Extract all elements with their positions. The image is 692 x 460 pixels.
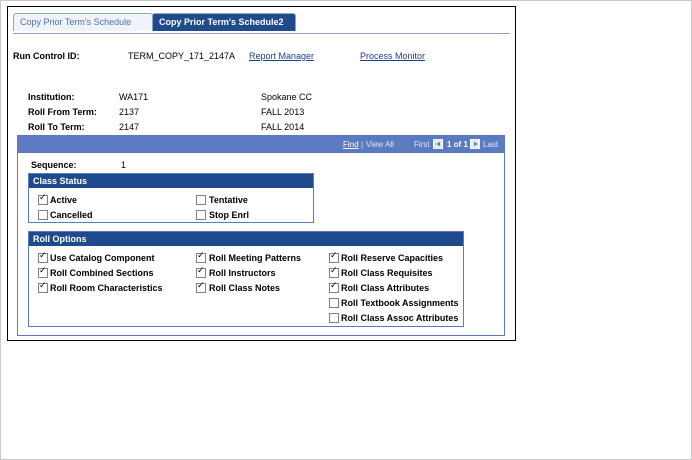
next-arrow-icon[interactable]: [470, 139, 480, 149]
component-frame: Copy Prior Term's Schedule Copy Prior Te…: [7, 6, 516, 341]
roll-from-term-label: Roll From Term:: [28, 107, 97, 117]
roll-class-attributes-checkbox[interactable]: [329, 281, 339, 293]
scroll-navigation-bar: Find | View All First 1 of 1 Last: [18, 136, 504, 153]
institution-value: WA171: [119, 92, 149, 102]
nav-separator: |: [361, 140, 364, 149]
roll-combined-sections-label: Roll Combined Sections: [50, 268, 154, 278]
tab-copy-prior-terms-schedule2[interactable]: Copy Prior Term's Schedule2: [152, 13, 296, 31]
run-control-value: TERM_COPY_171_2147A: [128, 51, 236, 61]
roll-textbook-assignments-checkbox[interactable]: [329, 298, 339, 308]
roll-class-notes-checkbox[interactable]: [196, 281, 206, 293]
last-label: Last: [483, 140, 499, 149]
roll-room-characteristics-label: Roll Room Characteristics: [50, 283, 163, 293]
class-status-group: Class Status Active Tentative Cancelled …: [28, 173, 314, 223]
roll-class-requisites-checkbox[interactable]: [329, 266, 339, 278]
use-catalog-component-checkbox[interactable]: [38, 251, 48, 263]
institution-desc: Spokane CC: [261, 92, 313, 102]
roll-class-assoc-attributes-checkbox[interactable]: [329, 313, 339, 323]
tab-copy-prior-terms-schedule[interactable]: Copy Prior Term's Schedule: [13, 13, 153, 31]
roll-class-attributes-label: Roll Class Attributes: [341, 283, 430, 293]
tentative-checkbox[interactable]: [196, 195, 206, 205]
first-label: First: [414, 140, 430, 149]
row-range: 1 of 1: [447, 140, 468, 149]
find-link[interactable]: Find: [343, 140, 359, 149]
cancelled-checkbox[interactable]: [38, 210, 48, 220]
first-arrow-icon[interactable]: [433, 139, 443, 149]
roll-room-characteristics-checkbox[interactable]: [38, 281, 48, 293]
roll-meeting-patterns-label: Roll Meeting Patterns: [209, 253, 302, 263]
roll-to-term-value: 2147: [119, 122, 140, 132]
roll-options-group: Roll Options Use Catalog Component Roll …: [28, 231, 464, 327]
roll-class-notes-label: Roll Class Notes: [209, 283, 281, 293]
sequence-scroll-area: Find | View All First 1 of 1 Last Sequen…: [17, 135, 505, 336]
institution-label: Institution:: [28, 92, 75, 102]
roll-to-term-desc: FALL 2014: [261, 122, 305, 132]
roll-class-requisites-label: Roll Class Requisites: [341, 268, 433, 278]
roll-options-header: Roll Options: [29, 232, 463, 246]
roll-reserve-capacities-label: Roll Reserve Capacities: [341, 253, 444, 263]
roll-instructors-checkbox[interactable]: [196, 266, 206, 278]
tentative-label: Tentative: [209, 195, 248, 205]
cancelled-label: Cancelled: [50, 210, 93, 220]
roll-instructors-label: Roll Instructors: [209, 268, 276, 278]
roll-combined-sections-checkbox[interactable]: [38, 266, 48, 278]
report-manager-link[interactable]: Report Manager: [249, 51, 314, 61]
process-monitor-link[interactable]: Process Monitor: [360, 51, 425, 61]
class-status-header: Class Status: [29, 174, 313, 188]
stop-enrl-label: Stop Enrl: [209, 210, 249, 220]
roll-from-term-value: 2137: [119, 107, 140, 117]
sequence-label: Sequence:: [31, 160, 77, 170]
roll-class-assoc-attributes-label: Roll Class Assoc Attributes: [341, 313, 459, 323]
roll-from-term-desc: FALL 2013: [261, 107, 305, 117]
roll-to-term-label: Roll To Term:: [28, 122, 85, 132]
roll-meeting-patterns-checkbox[interactable]: [196, 251, 206, 263]
run-control-label: Run Control ID:: [13, 51, 80, 61]
tab-bar: Copy Prior Term's Schedule Copy Prior Te…: [13, 13, 510, 33]
active-label: Active: [50, 195, 78, 205]
roll-textbook-assignments-label: Roll Textbook Assignments: [341, 298, 459, 308]
use-catalog-component-label: Use Catalog Component: [50, 253, 155, 263]
view-all-link[interactable]: View All: [366, 140, 394, 149]
active-checkbox[interactable]: [38, 193, 48, 205]
tab-underline: [13, 33, 510, 34]
roll-reserve-capacities-checkbox[interactable]: [329, 251, 339, 263]
sequence-value: 1: [121, 160, 127, 170]
stop-enrl-checkbox[interactable]: [196, 210, 206, 220]
